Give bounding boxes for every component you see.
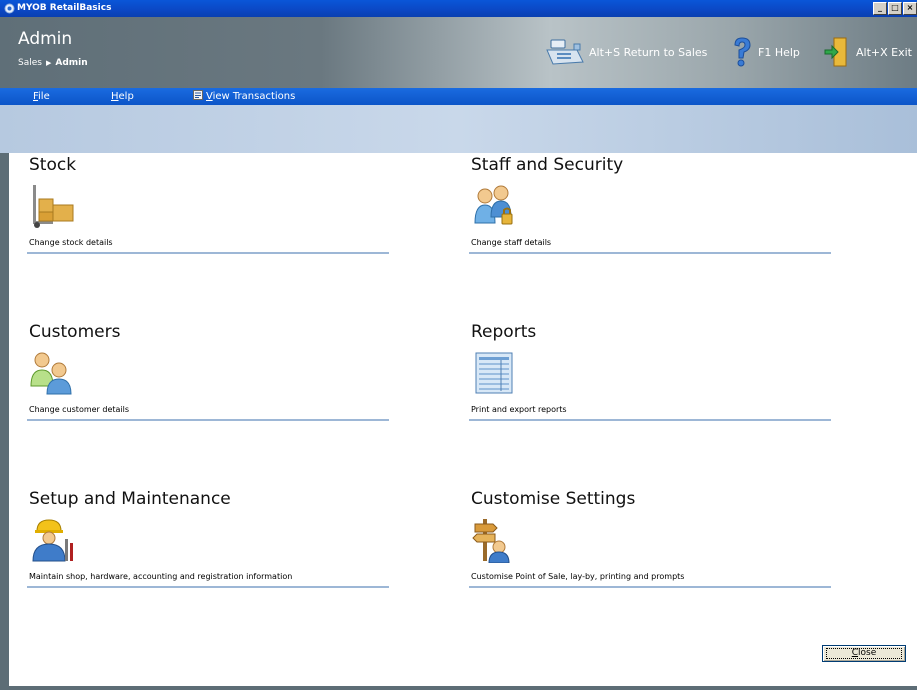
tile-divider [469, 586, 831, 588]
menu-bar: File Help View Transactions [0, 88, 917, 105]
help-label: F1 Help [758, 45, 800, 59]
page-title: Admin [18, 29, 73, 49]
tile-customers-title[interactable]: Customers [29, 322, 120, 342]
menu-file[interactable]: File [33, 88, 50, 105]
tile-reports[interactable]: Reports Print and export reports [469, 322, 831, 422]
breadcrumb-current: Admin [55, 58, 88, 68]
page-header: Admin Sales ▶ Admin Alt+S Return to Sales … [0, 17, 917, 88]
breadcrumb-parent[interactable]: Sales [18, 58, 42, 68]
tile-customers-description[interactable]: Change customer details [29, 405, 129, 414]
myob-app-icon [4, 3, 15, 14]
tile-divider [27, 419, 389, 421]
tile-staff-security-description[interactable]: Change staff details [471, 238, 551, 247]
tile-divider [469, 419, 831, 421]
tile-divider [27, 586, 389, 588]
window-title: MYOB RetailBasics [17, 3, 112, 13]
tile-setup-maintenance[interactable]: Setup and Maintenance Maintain shop, har… [27, 489, 389, 589]
help-button[interactable]: F1 Help [730, 35, 800, 69]
stock-trolley-icon[interactable] [29, 183, 75, 229]
customers-icon[interactable] [29, 350, 75, 396]
tile-customise-settings-title[interactable]: Customise Settings [471, 489, 635, 509]
tile-stock-description[interactable]: Change stock details [29, 238, 113, 247]
tile-customers[interactable]: Customers Change customer details [27, 322, 389, 422]
tile-stock[interactable]: Stock Change stock details [27, 155, 389, 255]
tile-customise-settings-description[interactable]: Customise Point of Sale, lay-by, printin… [471, 572, 684, 581]
minimize-button[interactable]: _ [873, 2, 887, 15]
transactions-icon [193, 90, 203, 100]
exit-door-icon [824, 37, 847, 67]
tile-divider [469, 252, 831, 254]
breadcrumb: Sales ▶ Admin [18, 58, 88, 68]
focus-rect [826, 648, 902, 659]
window-title-bar[interactable]: MYOB RetailBasics _ □ × [0, 0, 917, 17]
customise-settings-icon[interactable] [471, 517, 517, 563]
exit-button[interactable]: Alt+X Exit [824, 35, 912, 69]
help-question-icon [734, 37, 751, 67]
tile-reports-description[interactable]: Print and export reports [471, 405, 567, 414]
tile-divider [27, 252, 389, 254]
setup-maintenance-icon[interactable] [29, 517, 75, 563]
tile-staff-security[interactable]: Staff and Security Change staff details [469, 155, 831, 255]
header-band [0, 105, 917, 153]
tile-setup-maintenance-title[interactable]: Setup and Maintenance [29, 489, 231, 509]
menu-view-transactions[interactable]: View Transactions [193, 88, 295, 105]
tile-reports-title[interactable]: Reports [471, 322, 536, 342]
return-to-sales-label: Alt+S Return to Sales [589, 45, 708, 59]
menu-help[interactable]: Help [111, 88, 134, 105]
return-to-sales-button[interactable]: Alt+S Return to Sales [545, 35, 707, 69]
tile-staff-security-title[interactable]: Staff and Security [471, 155, 623, 175]
frame-bottom-border [0, 686, 917, 690]
reports-icon[interactable] [471, 350, 517, 396]
staff-security-icon[interactable] [471, 183, 517, 229]
breadcrumb-arrow-icon: ▶ [45, 59, 52, 67]
close-button[interactable]: Close [822, 645, 906, 662]
close-window-button[interactable]: × [903, 2, 917, 15]
tile-stock-title[interactable]: Stock [29, 155, 76, 175]
tile-setup-maintenance-description[interactable]: Maintain shop, hardware, accounting and … [29, 572, 292, 581]
exit-label: Alt+X Exit [856, 45, 912, 59]
maximize-button[interactable]: □ [888, 2, 902, 15]
frame-left-border [0, 153, 9, 690]
tile-customise-settings[interactable]: Customise Settings Customise Point of Sa… [469, 489, 831, 589]
cash-register-icon [546, 39, 584, 65]
